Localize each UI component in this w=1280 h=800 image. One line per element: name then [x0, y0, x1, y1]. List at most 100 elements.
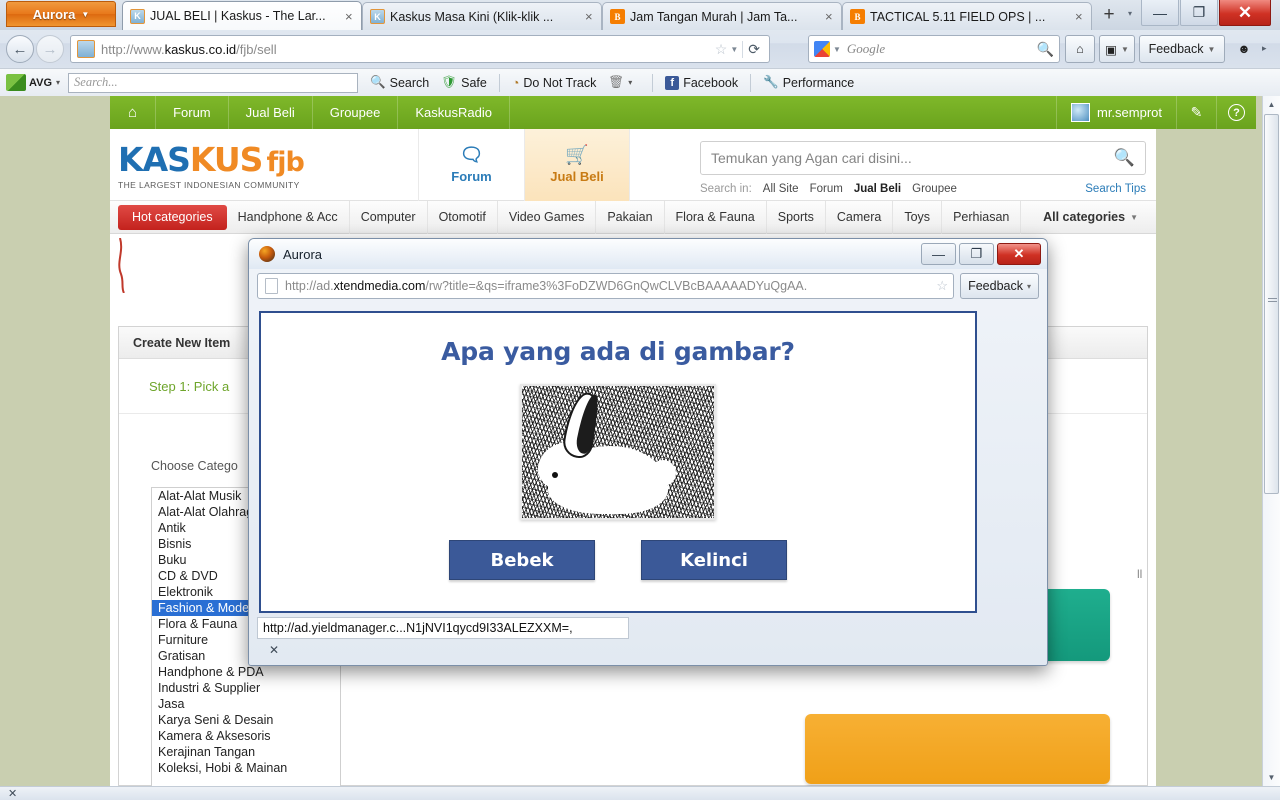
help-icon[interactable]: ? — [1216, 96, 1256, 129]
scrollbar-thumb[interactable] — [1264, 114, 1279, 494]
magnifier-icon: 🔍 — [370, 75, 386, 89]
chevron-down-icon[interactable]: ▾ — [56, 78, 60, 87]
avg-do-not-track-button[interactable]: ◔ Do Not Track 🗑 ▾ — [512, 75, 640, 90]
list-item[interactable]: Kamera & Aksesoris — [152, 728, 340, 744]
list-item[interactable]: Jasa — [152, 696, 340, 712]
site-search: Temukan yang Agan cari disini... 🔍 Searc… — [700, 141, 1146, 195]
tab-forum-label: Forum — [451, 169, 492, 184]
chevron-down-icon: ▼ — [1130, 212, 1138, 222]
category-camera[interactable]: Camera — [826, 200, 894, 234]
orange-promo-box[interactable] — [805, 714, 1110, 784]
reload-icon[interactable]: ⟳ — [742, 40, 765, 58]
address-bar[interactable]: http://www.kaskus.co.id/fjb/sell ☆ ▼ ⟳ — [70, 35, 770, 63]
window-close-button[interactable]: ✕ — [1219, 0, 1271, 26]
overflow-chevron-icon[interactable]: ▸ — [1262, 43, 1267, 54]
scope-all-site[interactable]: All Site — [763, 183, 799, 195]
category-computer[interactable]: Computer — [350, 200, 428, 234]
avg-performance-button[interactable]: 🔧 Performance — [763, 75, 854, 90]
chevron-down-icon[interactable]: ▼ — [833, 45, 841, 54]
browser-tab-2[interactable]: K Kaskus Masa Kini (Klik-klik ... × — [362, 2, 602, 30]
popup-feedback-button[interactable]: Feedback ▾ — [960, 273, 1039, 299]
aurora-app-button[interactable]: Aurora ▼ — [6, 1, 116, 27]
answer-kelinci-button[interactable]: Kelinci — [641, 540, 787, 580]
close-icon[interactable]: × — [345, 9, 355, 24]
address-bar-url: http://www.kaskus.co.id/fjb/sell — [101, 42, 712, 57]
list-item[interactable]: Industri & Supplier — [152, 680, 340, 696]
tab-list-chevron-icon[interactable]: ▾ — [1128, 9, 1132, 18]
captcha-rabbit-image — [520, 384, 716, 520]
bookmark-star-icon[interactable]: ☆ — [712, 41, 731, 58]
category-pakaian[interactable]: Pakaian — [596, 200, 665, 234]
close-icon[interactable]: × — [825, 9, 835, 24]
feedback-button[interactable]: Feedback ▼ — [1139, 35, 1225, 63]
nav-item-kaskusradio[interactable]: KaskusRadio — [398, 96, 510, 129]
popup-status-close-icon[interactable]: ✕ — [257, 643, 1041, 657]
smiley-addon-icon[interactable]: ☻ — [1229, 35, 1259, 63]
popup-minimize-button[interactable]: — — [921, 243, 956, 265]
category-all[interactable]: All categories ▼ — [1032, 201, 1156, 234]
user-menu[interactable]: mr.semprot — [1055, 96, 1176, 129]
nav-home-icon[interactable]: ⌂ — [110, 96, 157, 129]
scope-groupee[interactable]: Groupee — [912, 183, 957, 195]
search-icon[interactable]: 🔍 — [1037, 41, 1054, 58]
category-video-games[interactable]: Video Games — [498, 200, 597, 234]
tab-jual-beli[interactable]: 🛒 Jual Beli — [524, 129, 630, 201]
scroll-down-arrow-icon[interactable]: ▼ — [1263, 769, 1280, 786]
nav-item-forum[interactable]: Forum — [156, 96, 229, 129]
back-button[interactable]: ← — [6, 35, 34, 63]
list-item[interactable]: Karya Seni & Desain — [152, 712, 340, 728]
category-perhiasan[interactable]: Perhiasan — [942, 200, 1022, 234]
category-hot[interactable]: Hot categories — [118, 204, 227, 230]
chevron-down-icon[interactable]: ▼ — [730, 45, 742, 54]
bookmarks-button[interactable]: ▣ ▼ — [1099, 35, 1135, 63]
popup-close-button[interactable]: ✕ — [997, 243, 1041, 265]
avg-safe-button[interactable]: 🛡 Safe — [441, 75, 487, 90]
browser-tab-1[interactable]: K JUAL BELI | Kaskus - The Lar... × — [122, 1, 362, 30]
popup-url-text: http://ad.xtendmedia.com/rw?title=&qs=if… — [285, 279, 936, 293]
category-handphone-acc[interactable]: Handphone & Acc — [227, 200, 350, 234]
list-item[interactable]: Koleksi, Hobi & Mainan — [152, 760, 340, 776]
category-sports[interactable]: Sports — [767, 200, 826, 234]
window-maximize-button[interactable]: ❐ — [1180, 0, 1218, 26]
avg-search-button[interactable]: 🔍 Search — [370, 75, 429, 90]
forward-button[interactable]: → — [36, 35, 64, 63]
truncated-right-text: ll — [1137, 567, 1143, 581]
status-close-icon[interactable]: ✕ — [8, 787, 17, 800]
site-search-input[interactable]: Temukan yang Agan cari disini... 🔍 — [700, 141, 1146, 175]
nav-item-groupee[interactable]: Groupee — [313, 96, 399, 129]
close-icon[interactable]: × — [1075, 9, 1085, 24]
close-icon[interactable]: × — [585, 9, 595, 24]
browser-search-placeholder: Google — [846, 41, 886, 56]
category-flora-fauna[interactable]: Flora & Fauna — [665, 200, 767, 234]
popup-title-bar[interactable]: Aurora — ❐ ✕ — [249, 239, 1047, 269]
kaskus-logo[interactable]: KASKUS fjb THE LARGEST INDONESIAN COMMUNI… — [118, 143, 368, 191]
home-button[interactable]: ⌂ — [1065, 35, 1095, 63]
category-toys[interactable]: Toys — [893, 200, 943, 234]
browser-tab-3[interactable]: B Jam Tangan Murah | Jam Ta... × — [602, 2, 842, 30]
list-item[interactable]: Kerajinan Tangan — [152, 744, 340, 760]
page-scrollbar[interactable]: ▲ ▼ — [1262, 96, 1280, 786]
scope-jual-beli[interactable]: Jual Beli — [854, 183, 901, 195]
popup-address-bar[interactable]: http://ad.xtendmedia.com/rw?title=&qs=if… — [257, 273, 955, 299]
search-icon[interactable]: 🔍 — [1114, 148, 1135, 168]
captcha-question: Apa yang ada di gambar? — [441, 337, 795, 366]
avg-facebook-button[interactable]: f Facebook — [665, 75, 738, 90]
compose-pencil-icon[interactable]: ✎ — [1176, 96, 1216, 129]
avg-search-input[interactable]: Search... — [68, 72, 359, 93]
popup-maximize-button[interactable]: ❐ — [959, 243, 994, 265]
browser-search-box[interactable]: ▼ Google 🔍 — [808, 35, 1060, 63]
nav-item-jual-beli[interactable]: Jual Beli — [229, 96, 313, 129]
list-item[interactable]: Handphone & PDA — [152, 664, 340, 680]
new-tab-button[interactable]: + — [1096, 4, 1122, 28]
category-otomotif[interactable]: Otomotif — [428, 200, 498, 234]
window-minimize-button[interactable]: — — [1141, 0, 1179, 26]
bookmark-star-icon[interactable]: ☆ — [936, 278, 948, 294]
trash-icon[interactable]: 🗑 — [608, 75, 624, 90]
tab-forum[interactable]: 🗨 Forum — [418, 129, 524, 201]
answer-bebek-button[interactable]: Bebek — [449, 540, 595, 580]
chevron-down-icon[interactable]: ▾ — [628, 78, 632, 87]
scope-forum[interactable]: Forum — [810, 183, 843, 195]
browser-tab-4[interactable]: B TACTICAL 5.11 FIELD OPS | ... × — [842, 2, 1092, 30]
scroll-up-arrow-icon[interactable]: ▲ — [1263, 96, 1280, 113]
search-tips-link[interactable]: Search Tips — [1085, 183, 1146, 195]
